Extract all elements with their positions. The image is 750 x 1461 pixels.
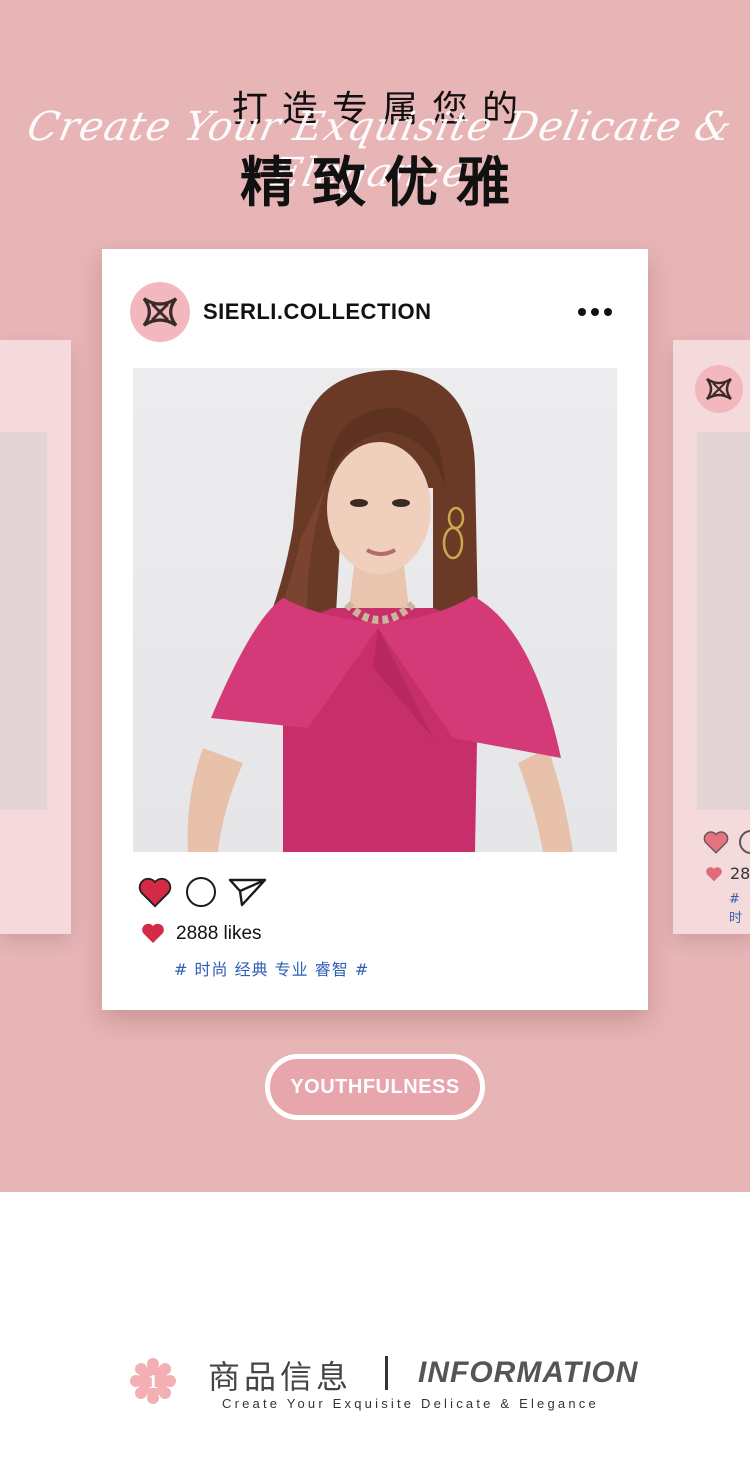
flower-badge-icon: 1 xyxy=(130,1358,176,1404)
account-name[interactable]: SIERLI.COLLECTION xyxy=(203,299,432,325)
side-card-right: 28 # 时 xyxy=(673,340,750,934)
heart-icon xyxy=(706,867,722,882)
side-card-left-photo xyxy=(0,432,47,810)
info-title-en: INFORMATION xyxy=(418,1356,639,1389)
more-dots-icon[interactable] xyxy=(576,301,616,323)
hero-section: 打造专属您的 Create Your Exquisite Delicate & … xyxy=(0,0,750,1192)
heart-icon xyxy=(142,923,164,943)
side-card-right-photo xyxy=(697,432,750,810)
info-section-header: 1 商品信息 INFORMATION Create Your Exquisite… xyxy=(0,1330,750,1430)
brand-logo-icon[interactable] xyxy=(130,282,190,342)
side-likes-count: 28 xyxy=(730,864,750,883)
comment-icon[interactable] xyxy=(186,877,216,907)
post-card: SIERLI.COLLECTION 2888 likes # 时尚 经典 专业 … xyxy=(102,249,648,1010)
info-title-cn: 商品信息 xyxy=(208,1358,353,1396)
youthfulness-label: YOUTHFULNESS xyxy=(290,1075,460,1098)
post-photo xyxy=(133,368,617,852)
youthfulness-button[interactable]: YOUTHFULNESS xyxy=(265,1054,485,1120)
share-icon[interactable] xyxy=(228,877,268,907)
hashtags[interactable]: # 时尚 经典 专业 睿智 # xyxy=(174,956,369,980)
heart-icon xyxy=(703,831,729,854)
side-card-left xyxy=(0,340,71,934)
comment-icon xyxy=(739,830,750,854)
title-divider xyxy=(385,1356,388,1390)
model-illustration xyxy=(187,370,573,852)
heart-icon[interactable] xyxy=(138,876,172,908)
headline-line2: 精致优雅 xyxy=(240,151,528,214)
likes-count: 2888 likes xyxy=(176,923,262,944)
side-tags: # 时 xyxy=(729,892,743,926)
brand-logo-icon xyxy=(695,365,743,413)
badge-number: 1 xyxy=(148,1371,158,1393)
info-subtitle: Create Your Exquisite Delicate & Eleganc… xyxy=(222,1396,599,1411)
